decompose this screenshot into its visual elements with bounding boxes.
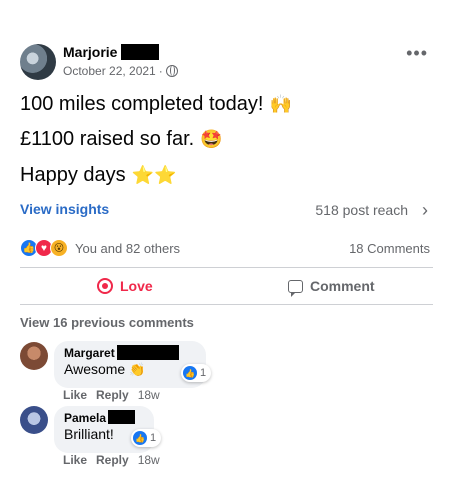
post-date[interactable]: October 22, 2021 <box>63 64 156 78</box>
comment-bubble: Margaret Awesome 👏 <box>54 341 206 388</box>
post-line-text: £1100 raised so far. <box>20 128 195 150</box>
globe-icon[interactable] <box>165 65 178 77</box>
like-reaction-icon: 👍 <box>133 431 147 445</box>
redaction-bar <box>116 344 179 360</box>
post-text-line: 100 miles completed today! 🙌 <box>20 93 292 116</box>
stars-emoji: ⭐⭐ <box>131 165 177 185</box>
comment-button[interactable]: Comment <box>288 275 375 297</box>
redaction-bar <box>108 410 136 425</box>
divider <box>20 304 433 305</box>
comment-reaction-badge[interactable]: 👍 1 <box>131 429 162 447</box>
post-line-text: 100 miles completed today! <box>20 93 264 115</box>
love-button[interactable]: Love <box>97 275 153 297</box>
comment-reply-button[interactable]: Reply <box>96 388 129 402</box>
post-line-text: Happy days <box>20 164 126 186</box>
comment-text-value: Awesome <box>64 361 126 377</box>
author-name[interactable]: Marjorie <box>63 43 160 60</box>
view-insights-link[interactable]: View insights <box>20 201 109 217</box>
divider <box>20 267 433 268</box>
comment-reaction-count: 1 <box>200 367 207 379</box>
post-text-line: £1100 raised so far. 🤩 <box>20 128 223 151</box>
comment-time[interactable]: 18w <box>138 388 160 402</box>
wow-reaction-icon: 😮 <box>50 239 68 257</box>
heart-icon <box>97 278 113 294</box>
reactions-summary[interactable]: 👍 ♥ 😮 You and 82 others <box>20 239 180 257</box>
commenter-name[interactable]: Pamela <box>64 410 144 425</box>
reactions-text[interactable]: You and 82 others <box>75 241 180 256</box>
author-avatar[interactable] <box>20 44 56 80</box>
meta-separator: · <box>158 64 163 78</box>
commenter-name[interactable]: Margaret <box>64 344 196 360</box>
commenter-name-text[interactable]: Pamela <box>64 411 106 425</box>
more-options-icon[interactable]: ••• <box>406 44 428 62</box>
comment-like-button[interactable]: Like <box>63 388 87 402</box>
post-meta: October 22, 2021 · <box>63 64 178 78</box>
commenter-avatar[interactable] <box>20 342 48 370</box>
facebook-post-card: Marjorie October 22, 2021 · ••• 100 mile… <box>0 0 450 500</box>
comment-reply-button[interactable]: Reply <box>96 453 129 467</box>
commenter-avatar[interactable] <box>20 406 48 434</box>
comment-actions: Like Reply 18w <box>63 388 160 402</box>
chevron-right-icon[interactable]: › <box>422 200 428 221</box>
post-text-line: Happy days ⭐⭐ <box>20 164 176 187</box>
comment-icon <box>288 279 303 297</box>
commenter-name-text[interactable]: Margaret <box>64 346 115 360</box>
comment-text: Awesome 👏 <box>64 361 196 378</box>
star-struck-emoji: 🤩 <box>200 129 223 149</box>
love-button-label: Love <box>120 278 153 294</box>
comments-count[interactable]: 18 Comments <box>349 241 430 256</box>
comment-actions: Like Reply 18w <box>63 453 160 467</box>
comment-reaction-badge[interactable]: 👍 1 <box>181 364 212 382</box>
post-reach[interactable]: 518 post reach <box>315 202 408 218</box>
raised-hands-emoji: 🙌 <box>269 94 292 114</box>
comment-reaction-count: 1 <box>150 432 157 444</box>
view-previous-comments-link[interactable]: View 16 previous comments <box>20 315 194 330</box>
comment-button-label: Comment <box>310 278 375 294</box>
author-name-text[interactable]: Marjorie <box>63 44 117 60</box>
comment-like-button[interactable]: Like <box>63 453 87 467</box>
clapping-emoji: 👏 <box>129 362 146 377</box>
redaction-bar <box>121 43 160 60</box>
comment-time[interactable]: 18w <box>138 453 160 467</box>
like-reaction-icon: 👍 <box>183 366 197 380</box>
